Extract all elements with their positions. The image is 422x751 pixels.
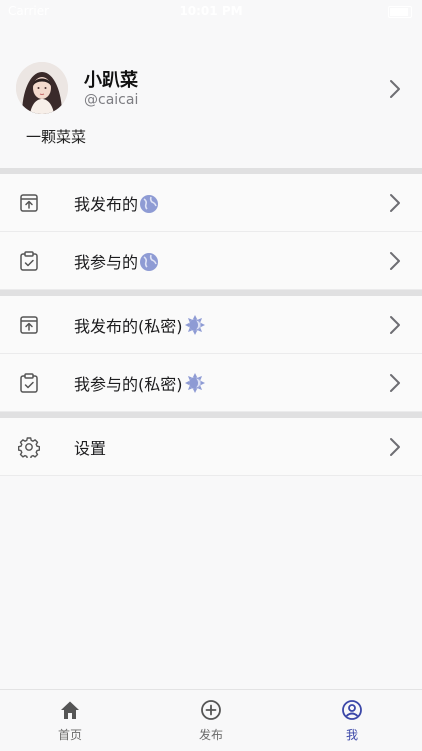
menu-item-my-published-private[interactable]: 我发布的(私密) [0, 296, 422, 354]
status-bar: Carrier 10:01 PM [0, 0, 422, 22]
archive-upload-icon [18, 192, 40, 214]
chevron-right-icon [388, 372, 402, 398]
profile-header[interactable]: 小趴菜 @caicai 一颗菜菜 [0, 40, 422, 168]
menu-item-my-joined-private[interactable]: 我参与的(私密) [0, 354, 422, 412]
home-icon [59, 699, 81, 721]
menu-item-label: 设置 [74, 439, 107, 458]
archive-upload-icon [18, 314, 40, 336]
menu-item-label: 我发布的(私密) [74, 317, 183, 336]
profile-nickname: 小趴菜 [84, 70, 138, 91]
tab-label: 我 [345, 728, 358, 742]
chevron-right-icon [388, 192, 402, 218]
tab-bar: 首页 发布 我 [0, 689, 422, 751]
tab-label: 发布 [198, 728, 223, 742]
chevron-right-icon [388, 314, 402, 340]
tab-me[interactable]: 我 [282, 690, 422, 751]
menu-item-settings[interactable]: 设置 [0, 418, 422, 476]
chevron-right-icon [388, 78, 402, 104]
chevron-right-icon [388, 250, 402, 276]
avatar[interactable] [16, 62, 68, 114]
user-circle-icon [341, 699, 363, 721]
clipboard-check-icon [18, 372, 40, 394]
plus-circle-icon [200, 699, 222, 721]
private-sun-icon [184, 372, 205, 393]
globe-icon [139, 194, 159, 214]
tab-label: 首页 [57, 728, 82, 742]
private-sun-icon [184, 314, 205, 335]
profile-bio: 一颗菜菜 [26, 128, 87, 146]
chevron-right-icon [388, 436, 402, 462]
globe-icon [139, 252, 159, 272]
gear-icon [17, 436, 41, 460]
battery-icon [388, 6, 412, 18]
menu-item-my-joined[interactable]: 我参与的 [0, 232, 422, 290]
menu-item-label: 我参与的(私密) [74, 375, 183, 394]
tab-publish[interactable]: 发布 [141, 690, 281, 751]
menu-item-my-published[interactable]: 我发布的 [0, 174, 422, 232]
clipboard-check-icon [18, 250, 40, 272]
menu-item-label: 我参与的 [74, 253, 139, 272]
status-time: 10:01 PM [179, 4, 243, 18]
profile-handle: @caicai [84, 92, 139, 108]
menu-item-label: 我发布的 [74, 195, 139, 214]
tab-home[interactable]: 首页 [0, 690, 140, 751]
